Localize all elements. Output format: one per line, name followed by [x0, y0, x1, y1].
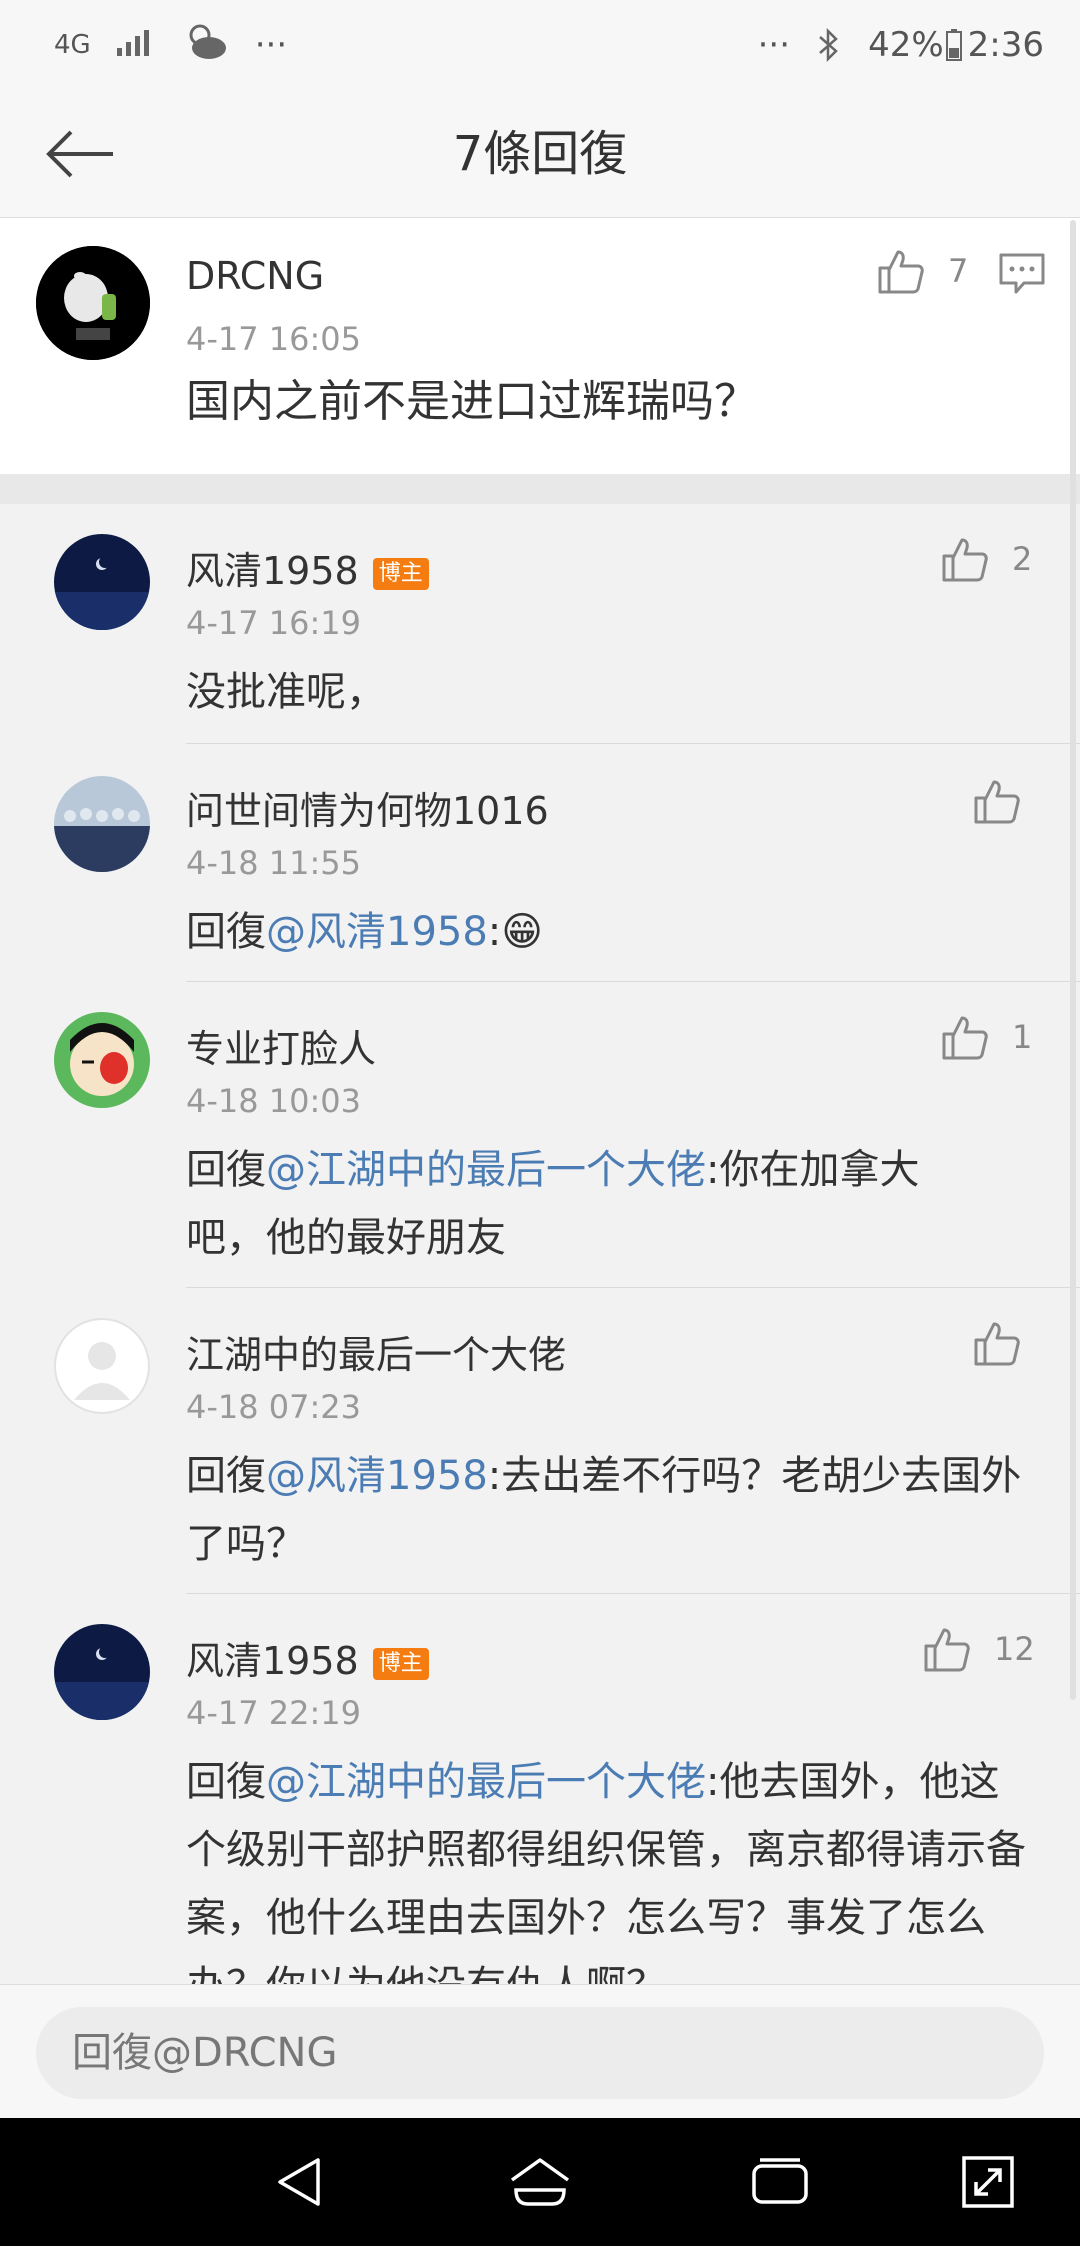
avatar[interactable]	[54, 1012, 150, 1108]
nav-home-button[interactable]	[500, 2142, 580, 2222]
status-bar: 4G ··· ··· 42% 2:36	[0, 0, 1080, 90]
scrollbar[interactable]	[1070, 220, 1076, 1700]
thumbs-up-icon	[974, 1322, 1020, 1366]
battery-level: 42%	[868, 25, 944, 65]
nav-recents-button[interactable]	[740, 2142, 820, 2222]
thumbs-up-icon	[942, 1016, 988, 1060]
like-count: 12	[994, 1630, 1035, 1668]
like-button[interactable]: 7	[876, 246, 968, 296]
avatar[interactable]	[54, 1624, 150, 1720]
like-count: 7	[948, 252, 969, 290]
like-count: 1	[1012, 1018, 1033, 1056]
avatar[interactable]	[54, 534, 150, 630]
reply-time: 4-18 10:03	[186, 1082, 362, 1120]
mention-link[interactable]: @风清1958	[266, 1453, 488, 1499]
like-button[interactable]	[972, 1318, 1022, 1368]
nav-back-button[interactable]	[260, 2142, 340, 2222]
thumbs-up-icon	[942, 538, 988, 582]
network-indicator: 4G	[54, 30, 91, 60]
thumbs-up-icon	[878, 250, 924, 294]
section-divider	[0, 474, 1080, 504]
like-button[interactable]: 1	[940, 1012, 1032, 1062]
reply-time: 4-18 07:23	[186, 1388, 362, 1426]
reply-username[interactable]: 江湖中的最后一个大佬	[186, 1324, 566, 1379]
reply-bar	[0, 1984, 1080, 2118]
home-icon	[510, 2158, 570, 2206]
reply-content: 回復@江湖中的最后一个大佬:你在加拿大吧，他的最好朋友	[186, 1147, 920, 1261]
like-count: 2	[1012, 540, 1033, 578]
reply-username[interactable]: 风清1958 博主	[186, 540, 429, 595]
list-item: 江湖中的最后一个大佬 4-18 07:23 回復@风清1958:去出差不行吗？老…	[0, 1288, 1080, 1594]
reply-content: 回復@江湖中的最后一个大佬:他去国外，他这个级别干部护照都得组织保管，离京都得请…	[186, 1759, 1026, 1984]
list-item: 专业打脸人 4-18 10:03 回復@江湖中的最后一个大佬:你在加拿大吧，他的…	[0, 982, 1080, 1288]
back-button[interactable]	[34, 116, 124, 192]
battery-icon	[945, 29, 962, 61]
mention-link[interactable]: @江湖中的最后一个大佬	[266, 1147, 706, 1193]
navigation-bar	[0, 2118, 1080, 2246]
like-button[interactable]	[972, 776, 1022, 826]
triangle-back-icon	[278, 2158, 320, 2206]
reply-time: 4-17 22:19	[186, 1694, 362, 1732]
status-more: ···	[254, 25, 288, 65]
list-item: 风清1958 博主 4-17 22:19 回復@江湖中的最后一个大佬:他去国外，他…	[0, 1594, 1080, 1984]
status-right: ··· 42% 2:36	[758, 25, 1044, 65]
signal-icon	[116, 25, 157, 65]
reply-username[interactable]: 问世间情为何物1016	[186, 780, 549, 835]
like-button[interactable]: 12	[922, 1624, 1035, 1674]
reply-input[interactable]	[36, 2007, 1044, 2099]
clock: 2:36	[967, 25, 1044, 65]
comment-username[interactable]: DRCNG	[186, 254, 324, 298]
reply-username[interactable]: 风清1958 博主	[186, 1630, 429, 1685]
arrow-left-icon	[46, 130, 113, 178]
comment-time: 4-17 16:05	[186, 320, 362, 358]
like-button[interactable]: 2	[940, 534, 1032, 584]
comment-content: 国内之前不是进口过辉瑞吗？	[186, 376, 758, 427]
main-comment: DRCNG 4-17 16:05 国内之前不是进口过辉瑞吗？ 7	[0, 218, 1080, 474]
expand-icon	[962, 2156, 1014, 2208]
bluetooth-icon	[816, 27, 842, 63]
reply-content: 回復@风清1958:去出差不行吗？老胡少去国外了吗？	[186, 1453, 1022, 1567]
list-item: 风清1958 博主 4-17 16:19 没批准呢， 2	[0, 504, 1080, 744]
reply-time: 4-18 11:55	[186, 844, 362, 882]
list-item: 问世间情为何物1016 4-18 11:55 回復@风清1958:😁	[0, 744, 1080, 982]
reply-time: 4-17 16:19	[186, 604, 362, 642]
reply-list: 风清1958 博主 4-17 16:19 没批准呢， 2 问世间情为何物1016 …	[0, 504, 1080, 1984]
mention-link[interactable]: @江湖中的最后一个大佬	[266, 1759, 706, 1805]
avatar[interactable]	[54, 776, 150, 872]
nav-expand-button[interactable]	[948, 2142, 1028, 2222]
status-more-right: ···	[757, 25, 791, 65]
avatar[interactable]	[54, 1318, 150, 1414]
page-title: 7條回復	[452, 126, 628, 182]
status-left: 4G ···	[54, 21, 287, 70]
reply-content: 回復@风清1958:😁	[186, 909, 543, 955]
author-badge: 博主	[372, 1648, 429, 1680]
titlebar: 7條回復	[0, 90, 1080, 218]
comment-icon	[999, 253, 1045, 294]
reply-button[interactable]	[998, 252, 1046, 300]
thumbs-up-icon	[974, 780, 1020, 824]
weather-icon	[183, 21, 229, 70]
reply-username[interactable]: 专业打脸人	[186, 1018, 376, 1073]
avatar[interactable]	[36, 246, 150, 360]
reply-content: 没批准呢，	[186, 669, 386, 715]
author-badge: 博主	[372, 558, 429, 590]
recents-icon	[752, 2158, 808, 2204]
mention-link[interactable]: @风清1958	[266, 909, 488, 955]
thumbs-up-icon	[924, 1628, 970, 1672]
